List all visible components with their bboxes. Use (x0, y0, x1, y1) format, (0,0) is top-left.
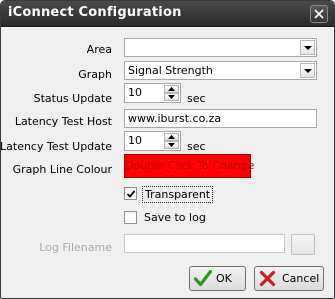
status-update-label: Status Update (33, 92, 112, 105)
chevron-down-icon (304, 69, 312, 73)
area-dropdown-button[interactable] (300, 40, 315, 55)
save-to-log-checkbox-row[interactable]: Save to log (124, 210, 214, 226)
log-filename-label: Log Filename (39, 241, 112, 254)
transparent-label[interactable]: Transparent (142, 186, 214, 203)
latency-update-increment[interactable] (164, 133, 179, 141)
latency-update-label: Latency Test Update (0, 140, 112, 153)
status-update-unit: sec (187, 92, 206, 105)
save-to-log-checkbox[interactable] (124, 211, 137, 224)
close-icon (314, 9, 324, 19)
status-update-input[interactable] (127, 85, 163, 100)
chevron-up-icon (168, 135, 175, 139)
config-dialog: iConnect Configuration Area Graph Signal… (0, 0, 335, 299)
graph-value: Signal Strength (128, 64, 213, 77)
latency-update-decrement[interactable] (164, 141, 179, 149)
area-label: Area (86, 43, 112, 56)
area-dropdown[interactable] (124, 38, 317, 57)
close-button[interactable] (310, 5, 328, 23)
log-filename-browse-button[interactable] (291, 234, 315, 255)
status-update-spinner[interactable] (124, 83, 181, 103)
latency-host-label: Latency Test Host (14, 115, 112, 128)
latency-update-input[interactable] (127, 133, 163, 148)
log-filename-input[interactable] (127, 236, 312, 251)
cancel-button[interactable]: Cancel (254, 266, 324, 291)
title-bar[interactable]: iConnect Configuration (1, 1, 334, 27)
ok-button[interactable]: OK (189, 266, 246, 291)
latency-host-field[interactable] (124, 109, 317, 128)
checkmark-icon (126, 190, 136, 198)
green-check-icon (194, 270, 212, 287)
latency-update-spinner[interactable] (124, 131, 181, 151)
save-to-log-label[interactable]: Save to log (142, 210, 208, 225)
latency-host-input[interactable] (127, 111, 312, 126)
graph-dropdown-button[interactable] (300, 63, 315, 78)
cancel-button-label: Cancel (282, 272, 320, 285)
graph-line-colour-swatch[interactable]: Double Click To Change (124, 154, 254, 178)
chevron-down-icon (168, 143, 175, 147)
graph-line-colour-label: Graph Line Colour (12, 163, 112, 176)
transparent-checkbox-row[interactable]: Transparent (124, 186, 214, 203)
red-x-icon (259, 270, 276, 287)
ok-button-label: OK (216, 272, 232, 285)
chevron-down-icon (168, 95, 175, 99)
transparent-checkbox[interactable] (124, 187, 137, 200)
graph-label: Graph (78, 68, 112, 81)
chevron-up-icon (168, 87, 175, 91)
status-update-decrement[interactable] (164, 93, 179, 101)
chevron-down-icon (304, 46, 312, 50)
window-title: iConnect Configuration (8, 5, 182, 20)
status-update-increment[interactable] (164, 85, 179, 93)
latency-update-unit: sec (187, 140, 206, 153)
log-filename-field[interactable] (124, 234, 312, 253)
graph-dropdown[interactable]: Signal Strength (124, 61, 317, 80)
